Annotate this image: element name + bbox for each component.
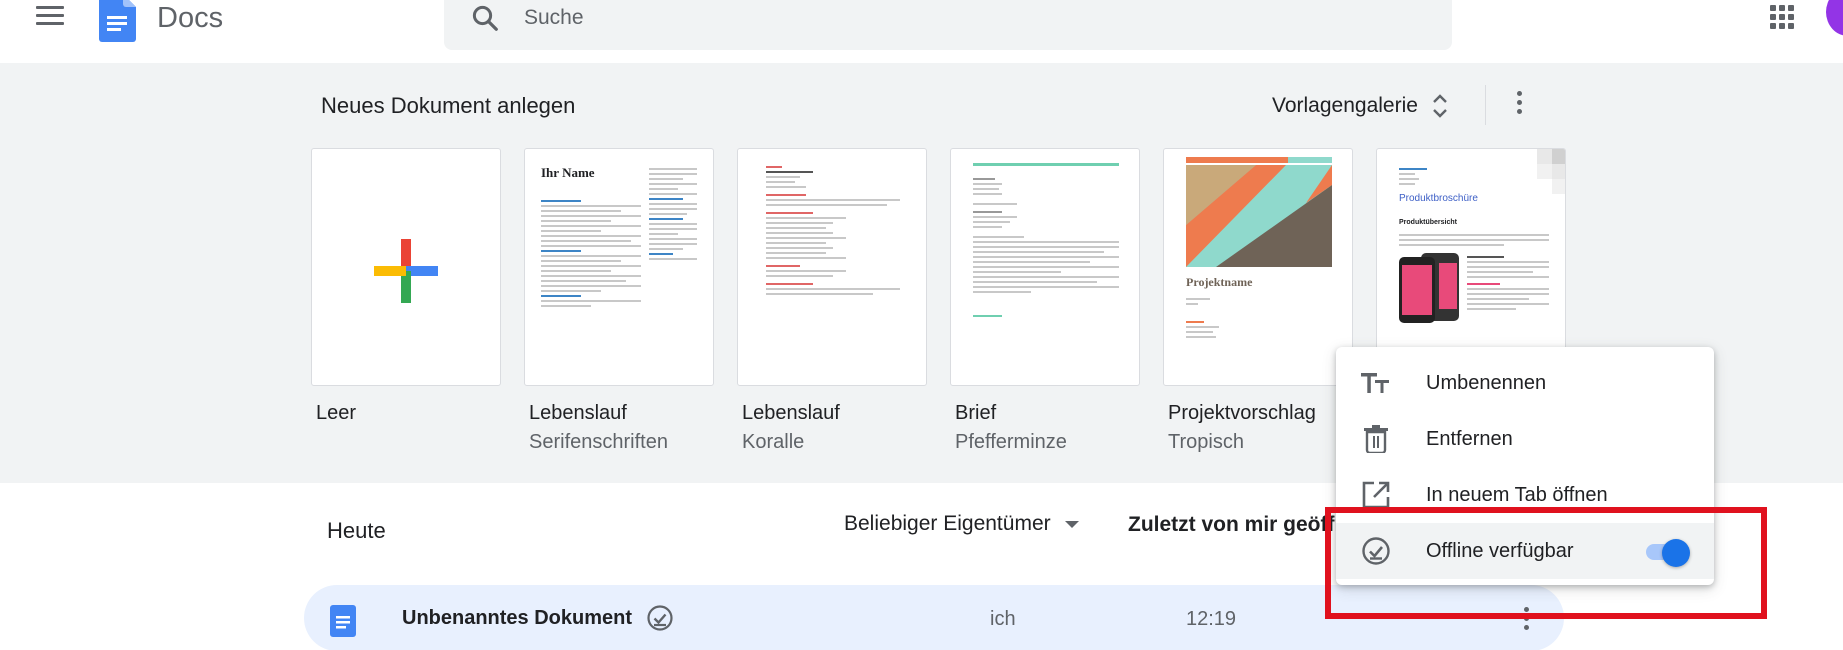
template-card-resume-coral[interactable]: Lebenslauf Koralle: [737, 148, 927, 454]
document-icon: [330, 605, 356, 637]
template-name: Leer: [316, 402, 357, 424]
app-title[interactable]: Docs: [157, 0, 223, 36]
toggle-knob: [1662, 539, 1690, 567]
offline-toggle[interactable]: [1646, 539, 1690, 567]
document-last-opened: 12:19: [1186, 608, 1237, 630]
main-menu-icon[interactable]: [36, 6, 64, 30]
template-gallery-label: Vorlagengalerie: [1272, 94, 1418, 117]
thumbnail-body-text: [1467, 253, 1549, 313]
template-subname: Tropisch: [1168, 431, 1244, 453]
search-input[interactable]: [524, 0, 1224, 36]
offline-available-icon: [647, 605, 673, 631]
template-name: Projektvorschlag: [1168, 402, 1316, 424]
menu-item-label: Offline verfügbar: [1426, 539, 1574, 562]
search-icon[interactable]: [470, 3, 500, 33]
open-in-new-icon: [1361, 480, 1391, 510]
top-bar: Docs: [0, 0, 1843, 63]
thumbnail-title: Produktbroschüre: [1399, 193, 1478, 204]
thumbnail-title: Ihr Name: [541, 165, 595, 180]
template-card-blank[interactable]: Leer: [311, 148, 501, 425]
menu-item-open-new-tab[interactable]: In neuem Tab öffnen: [1336, 467, 1714, 523]
menu-item-label: Umbenennen: [1426, 371, 1547, 394]
thumbnail-text: [766, 163, 900, 298]
menu-item-label: Entfernen: [1426, 427, 1513, 450]
tropical-cover-image: [1186, 165, 1332, 267]
recent-heading: Heute: [327, 518, 386, 543]
templates-heading: Neues Dokument anlegen: [321, 93, 576, 118]
plus-icon: [374, 239, 438, 303]
thumbnail-text: [1186, 295, 1246, 341]
caret-down-icon: [1064, 520, 1079, 528]
owner-filter-label: Beliebiger Eigentümer: [844, 512, 1051, 535]
account-avatar[interactable]: [1826, 0, 1843, 36]
document-context-menu: Umbenennen Entfernen In neuem Tab öffnen: [1336, 347, 1714, 585]
template-subname: Pfefferminze: [955, 431, 1067, 453]
phone-image: [1399, 253, 1459, 323]
document-name[interactable]: Unbenanntes Dokument: [402, 607, 632, 630]
document-more-icon[interactable]: [1518, 604, 1534, 644]
thumbnail-text: [973, 175, 1119, 320]
template-thumbnail[interactable]: [950, 148, 1140, 386]
template-subname: Koralle: [742, 431, 805, 453]
owner-filter-dropdown[interactable]: Beliebiger Eigentümer: [844, 512, 1079, 536]
template-name: Brief: [955, 402, 997, 424]
template-name: Lebenslauf: [742, 402, 840, 424]
thumbnail-title: Projektname: [1186, 275, 1253, 289]
menu-item-remove[interactable]: Entfernen: [1336, 411, 1714, 467]
trash-icon: [1361, 424, 1391, 454]
template-thumbnail[interactable]: Projektname: [1163, 148, 1353, 386]
top-accent-bar: [1186, 157, 1332, 163]
template-card-letter[interactable]: Brief Pfefferminze: [950, 148, 1140, 454]
template-gallery-button[interactable]: Vorlagengalerie: [1272, 88, 1448, 124]
template-thumbnail[interactable]: [311, 148, 501, 386]
templates-more-icon[interactable]: [1505, 87, 1533, 123]
menu-item-rename[interactable]: Umbenennen: [1336, 355, 1714, 411]
text-size-icon: [1361, 368, 1391, 398]
template-card-project-proposal[interactable]: Projektname Projektvorschlag Tropisch: [1163, 148, 1353, 454]
menu-item-label: In neuem Tab öffnen: [1426, 483, 1608, 506]
unfold-icon: [1433, 94, 1447, 118]
corner-pattern: [1537, 149, 1565, 194]
template-subname: Serifenschriften: [529, 431, 668, 453]
thumbnail-header-text: [1399, 165, 1439, 188]
google-apps-icon[interactable]: [1770, 5, 1794, 29]
thumbnail-text: [541, 197, 641, 310]
document-owner: ich: [990, 608, 1016, 630]
mint-bar: [973, 163, 1119, 166]
divider: [1485, 85, 1486, 125]
template-name: Lebenslauf: [529, 402, 627, 424]
menu-item-offline-available[interactable]: Offline verfügbar: [1336, 523, 1714, 579]
thumbnail-text: [1399, 231, 1549, 249]
thumbnail-subtitle: Produktübersicht: [1399, 219, 1457, 226]
template-card-resume-serif[interactable]: Ihr Name Lebenslauf Serifenschriften: [524, 148, 714, 454]
template-thumbnail[interactable]: [737, 148, 927, 386]
sort-dropdown[interactable]: Zuletzt von mir geöffnet: [1128, 513, 1338, 537]
docs-logo-icon[interactable]: [99, 0, 136, 42]
thumbnail-sidebar-text: [649, 165, 697, 263]
offline-check-icon: [1361, 536, 1391, 566]
template-thumbnail[interactable]: Ihr Name: [524, 148, 714, 386]
